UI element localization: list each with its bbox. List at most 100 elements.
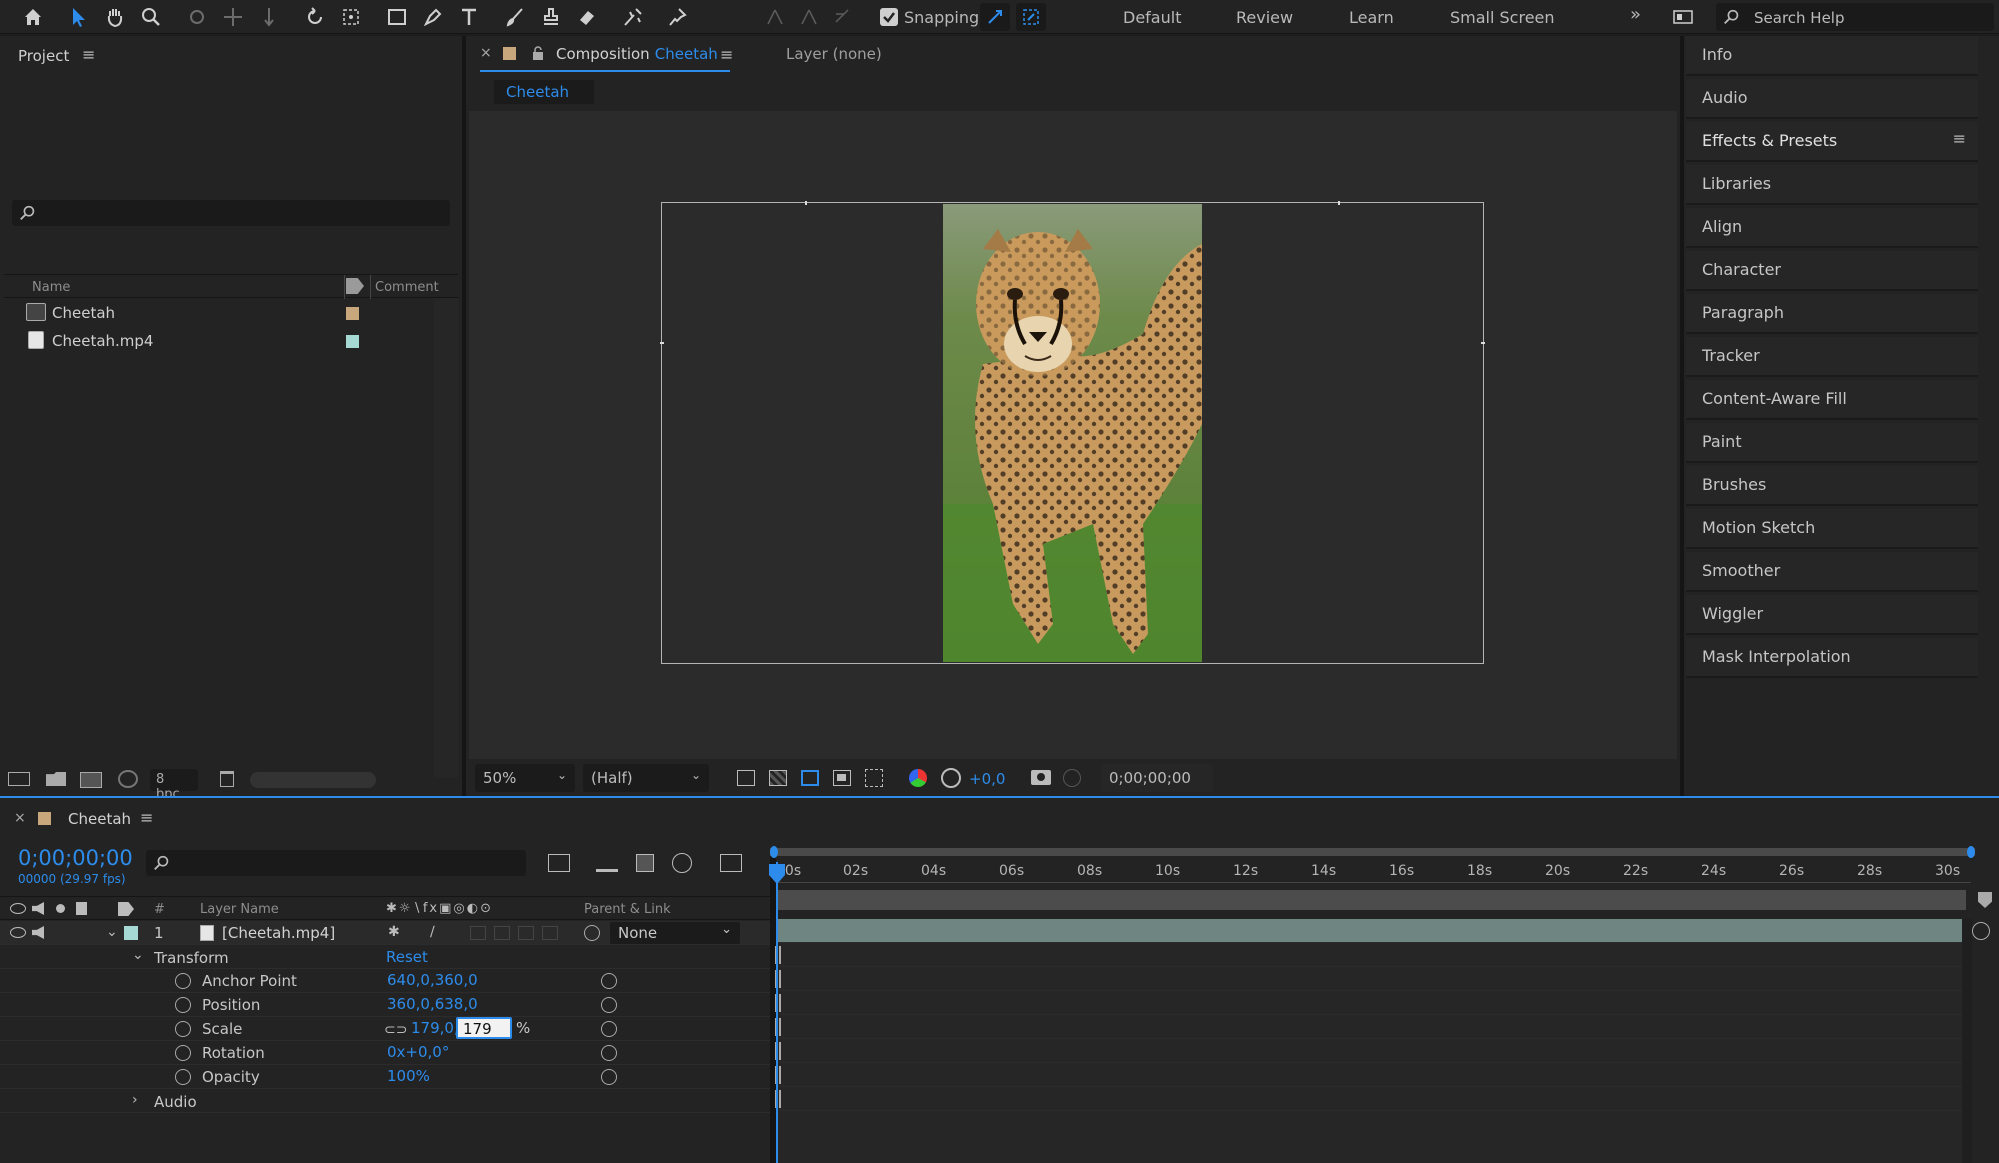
panel-align[interactable]: Align [1686,208,1978,248]
panel-info[interactable]: Info [1686,36,1978,76]
panel-content-aware-fill[interactable]: Content-Aware Fill [1686,380,1978,420]
reset-exposure-icon[interactable] [941,768,961,788]
column-layer-name[interactable]: Layer Name [200,902,279,917]
panel-mask-interpolation[interactable]: Mask Interpolation [1686,638,1978,678]
rotate-icon[interactable] [300,3,330,31]
label-color-swatch[interactable] [124,926,138,940]
workspace-small-screen[interactable]: Small Screen [1450,8,1555,27]
panel-paint[interactable]: Paint [1686,423,1978,463]
layer-duration-bar[interactable] [778,919,1962,943]
pan-icon[interactable] [218,3,248,31]
new-folder-icon[interactable] [46,772,66,786]
work-area-bar[interactable] [776,890,1966,910]
grid-guides-icon[interactable] [865,769,883,787]
stopwatch-icon[interactable] [175,973,191,989]
rectangle-icon[interactable] [382,3,412,31]
chevron-down-icon[interactable]: ⌄ [132,947,144,963]
thumbnail-slider[interactable] [250,772,376,788]
roto-brush-icon[interactable] [618,3,648,31]
lock-icon[interactable] [532,45,544,60]
project-scrollbar[interactable] [434,298,458,778]
close-tab-icon[interactable]: × [14,810,26,826]
close-tab-icon[interactable]: × [480,45,492,61]
eye-icon[interactable] [10,927,26,938]
panel-smoother[interactable]: Smoother [1686,552,1978,592]
motion-blur-icon[interactable] [672,853,692,873]
pan-behind-icon[interactable] [336,3,366,31]
speaker-icon[interactable] [32,902,44,915]
label-tag-icon[interactable] [118,902,134,916]
zoom-dropdown[interactable]: 50% ⌄ [475,764,575,792]
region-of-interest-icon[interactable] [833,770,851,786]
show-snapshot-icon[interactable] [1063,769,1081,787]
search-help-field[interactable]: Search Help [1716,3,1994,31]
type-icon[interactable] [454,3,484,31]
chevron-right-icon[interactable]: › [132,1092,138,1108]
property-value[interactable]: 640,0,360,0 [387,971,478,989]
panel-menu-icon[interactable]: ≡ [1953,129,1966,148]
switches-icons[interactable]: ✱☼∖fx▣◎◐⊙ [386,901,493,916]
column-name[interactable]: Name [32,280,70,295]
switch-empty[interactable] [494,926,510,940]
interpret-footage-icon[interactable] [8,772,30,786]
label-tag-icon[interactable] [346,278,364,294]
layer-name[interactable]: [Cheetah.mp4] [222,924,335,942]
column-comment[interactable]: Comment [375,280,439,295]
axis-local-icon[interactable] [760,3,790,31]
workspace-review[interactable]: Review [1236,8,1293,27]
orbit-icon[interactable] [182,3,212,31]
switch-empty[interactable] [542,926,558,940]
workspace-default[interactable]: Default [1123,8,1181,27]
panel-brushes[interactable]: Brushes [1686,466,1978,506]
graph-editor-icon[interactable] [720,854,742,872]
chevron-down-icon[interactable]: ⌄ [106,924,118,940]
layer-row[interactable]: ⌄ 1 [Cheetah.mp4] ✱ ∕ None ⌄ [0,921,770,945]
stopwatch-icon[interactable] [175,1021,191,1037]
layer-tab[interactable]: Layer (none) [786,45,882,63]
clone-stamp-icon[interactable] [536,3,566,31]
timeline-scrollbar[interactable] [1962,919,1972,1163]
panel-motion-sketch[interactable]: Motion Sketch [1686,509,1978,549]
flowchart-toggle-icon[interactable] [118,770,138,788]
resolution-dropdown[interactable]: (Half) ⌄ [583,764,709,792]
panel-tracker[interactable]: Tracker [1686,337,1978,377]
playhead[interactable] [776,862,778,1163]
eye-icon[interactable] [10,903,26,914]
axis-view-icon[interactable] [828,3,858,31]
draft-3d-icon[interactable] [596,854,618,872]
lock-icon[interactable] [76,902,87,915]
composition-breadcrumb[interactable]: Cheetah [494,80,594,104]
speaker-icon[interactable] [32,926,44,939]
panel-wiggler[interactable]: Wiggler [1686,595,1978,635]
label-color-swatch[interactable] [346,335,359,348]
workspace-learn[interactable]: Learn [1349,8,1394,27]
expression-pick-whip-icon[interactable] [601,1021,617,1037]
timeline-menu-icon[interactable]: ≡ [140,808,153,827]
snapshot-camera-icon[interactable] [1031,770,1051,785]
composition-menu-icon[interactable]: ≡ [720,45,733,64]
property-value[interactable]: 0x+0,0° [387,1043,449,1061]
color-channels-icon[interactable] [909,769,927,787]
expression-pick-whip-icon[interactable] [601,997,617,1013]
solo-icon[interactable] [56,904,65,913]
chevron-double-right-icon[interactable]: » [1630,4,1641,25]
panel-paragraph[interactable]: Paragraph [1686,294,1978,334]
expression-pick-whip-icon[interactable] [601,973,617,989]
brush-icon[interactable] [500,3,530,31]
property-value[interactable]: 360,0,638,0 [387,995,478,1013]
panel-audio[interactable]: Audio [1686,79,1978,119]
panel-effects-presets[interactable]: Effects & Presets ≡ [1686,122,1978,162]
transparency-grid-icon[interactable] [769,770,787,786]
current-time-display[interactable]: 0;00;00;00 [1101,764,1213,792]
expression-pick-whip-icon[interactable] [601,1069,617,1085]
cheetah-footage-image[interactable] [943,204,1202,662]
dolly-icon[interactable] [254,3,284,31]
pen-icon[interactable] [418,3,448,31]
property-value[interactable]: 100% [387,1067,430,1085]
reset-link[interactable]: Reset [386,948,428,966]
exposure-value[interactable]: +0,0 [969,770,1005,788]
scale-x-value[interactable]: 179,0, [411,1019,459,1037]
project-menu-icon[interactable]: ≡ [82,45,95,64]
project-item-cheetah[interactable]: Cheetah [8,300,458,327]
constrain-proportions-icon[interactable]: ⊂⊃ [384,1022,407,1038]
